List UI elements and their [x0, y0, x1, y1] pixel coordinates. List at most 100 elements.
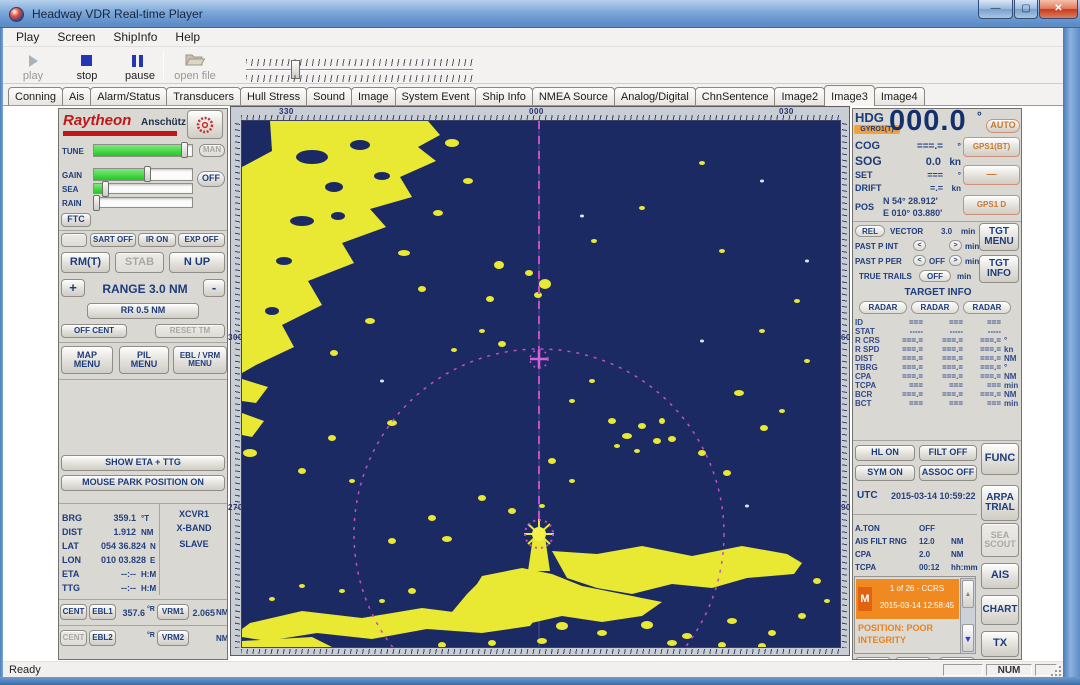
true-trails-button[interactable]: OFF [919, 270, 951, 282]
chart-button[interactable]: CHART [981, 595, 1019, 625]
menu-play[interactable]: Play [7, 28, 48, 46]
gain-slider-thumb[interactable] [144, 166, 151, 182]
tgt-menu-button[interactable]: TGTMENU [979, 223, 1019, 251]
menu-shipinfo[interactable]: ShipInfo [104, 28, 166, 46]
sea-scout-button[interactable]: SEASCOUT [981, 523, 1019, 557]
menu-help[interactable]: Help [166, 28, 209, 46]
tab-ais[interactable]: Ais [62, 87, 91, 105]
sea-slider[interactable] [93, 183, 193, 194]
vrm1-button[interactable]: VRM1 [157, 604, 189, 620]
stop-icon[interactable] [81, 55, 92, 66]
anschuetz-logo-button[interactable] [187, 110, 223, 139]
tab-image[interactable]: Image [351, 87, 396, 105]
sea-slider-thumb[interactable] [102, 181, 109, 197]
open-file-icon[interactable] [185, 52, 205, 66]
ebl2-button[interactable]: EBL2 [89, 630, 116, 646]
mouse-park-button[interactable]: MOUSE PARK POSITION ON [61, 475, 225, 491]
rain-slider[interactable] [93, 197, 193, 208]
hl-on-button[interactable]: HL ON [855, 445, 915, 461]
tab-image2[interactable]: Image2 [774, 87, 825, 105]
minimize-button[interactable]: — [978, 0, 1013, 19]
tab-image3[interactable]: Image3 [824, 85, 875, 106]
func-button[interactable]: FUNC [981, 443, 1019, 475]
playback-slider-track[interactable] [246, 69, 473, 71]
open-file-button-label[interactable]: open file [168, 70, 222, 82]
scroll-down-button[interactable]: ▼ [962, 624, 974, 652]
past-pint-decrease-button[interactable]: < [913, 240, 926, 251]
tune-slider[interactable] [93, 144, 193, 157]
stop-button-label[interactable]: stop [67, 70, 107, 82]
rm-t-button[interactable]: RM(T) [61, 252, 110, 273]
pos-source-button[interactable]: GPS1 D [963, 195, 1020, 215]
close-button[interactable]: ✕ [1039, 0, 1078, 19]
map-menu-button[interactable]: MAPMENU [61, 346, 113, 374]
radar-ppi-display[interactable] [241, 120, 841, 648]
cog-source-button[interactable]: GPS1(BT) [963, 137, 1020, 157]
arpa-trial-button[interactable]: ARPATRIAL [981, 485, 1019, 521]
radar-source-button-3[interactable]: RADAR [963, 301, 1011, 314]
ftc-button[interactable]: FTC [61, 213, 91, 227]
tab-nmea-source[interactable]: NMEA Source [532, 87, 615, 105]
tab-transducers[interactable]: Transducers [166, 87, 241, 105]
past-pper-decrease-button[interactable]: < [913, 255, 926, 266]
n-up-button[interactable]: N UP [169, 252, 225, 273]
range-plus-button[interactable]: + [61, 279, 85, 297]
ir-on-button[interactable]: IR ON [138, 233, 176, 247]
past-pint-increase-button[interactable]: > [949, 240, 962, 251]
cent1-button[interactable]: CENT [60, 604, 87, 620]
range-minus-button[interactable]: - [203, 279, 225, 297]
tab-chnsentence[interactable]: ChnSentence [695, 87, 776, 105]
title-bar[interactable]: Headway VDR Real-time Player — ▢ ✕ [0, 0, 1080, 28]
stab-button[interactable]: STAB [115, 252, 164, 273]
tab-sound[interactable]: Sound [306, 87, 352, 105]
exp-off-button[interactable]: EXP OFF [178, 233, 225, 247]
tab-conning[interactable]: Conning [8, 87, 63, 105]
play-icon[interactable] [29, 55, 38, 67]
unlabeled-button[interactable] [61, 233, 87, 247]
tab-ship-info[interactable]: Ship Info [475, 87, 532, 105]
pause-button-label[interactable]: pause [118, 70, 162, 82]
vrm2-button[interactable]: VRM2 [157, 630, 189, 646]
sym-on-button[interactable]: SYM ON [855, 465, 915, 481]
clipped-button-2[interactable] [895, 657, 931, 660]
clipped-button-3[interactable] [939, 657, 975, 660]
show-eta-ttg-button[interactable]: SHOW ETA + TTG [61, 455, 225, 471]
tab-analog-digital[interactable]: Analog/Digital [614, 87, 696, 105]
range-rings-button[interactable]: RR 0.5 NM [87, 303, 199, 319]
pil-menu-button[interactable]: PILMENU [119, 346, 169, 374]
clipped-button-1[interactable] [855, 657, 891, 660]
cent2-button[interactable]: CENT [60, 630, 87, 646]
reset-tm-button[interactable]: RESET TM [155, 324, 225, 338]
set-source-button[interactable]: — [963, 165, 1020, 185]
off-cent-button[interactable]: OFF CENT [61, 324, 127, 338]
play-button-label[interactable]: play [13, 70, 53, 82]
past-pper-increase-button[interactable]: > [949, 255, 962, 266]
gain-slider[interactable] [93, 168, 193, 181]
off-button[interactable]: OFF [197, 171, 225, 187]
ebl1-button[interactable]: EBL1 [89, 604, 116, 620]
pause-icon[interactable] [132, 55, 136, 67]
alert-scrollbar[interactable]: ▲ ▼ [960, 578, 976, 654]
radar-source-button-2[interactable]: RADAR [911, 301, 959, 314]
rain-slider-thumb[interactable] [93, 195, 100, 211]
tune-slider-thumb[interactable] [181, 142, 188, 158]
scroll-up-button[interactable]: ▲ [962, 580, 974, 608]
menu-screen[interactable]: Screen [48, 28, 104, 46]
assoc-off-button[interactable]: ASSOC OFF [919, 465, 977, 481]
rel-vector-button[interactable]: REL [855, 225, 885, 237]
resize-grip[interactable] [1051, 666, 1062, 677]
filt-off-button[interactable]: FILT OFF [919, 445, 977, 461]
tx-button[interactable]: TX [981, 631, 1019, 657]
man-button[interactable]: MAN [199, 144, 225, 157]
ebl-vrm-menu-button[interactable]: EBL / VRMMENU [173, 346, 227, 374]
sart-off-button[interactable]: SART OFF [90, 233, 136, 247]
ais-button[interactable]: AIS [981, 563, 1019, 589]
tab-hull-stress[interactable]: Hull Stress [240, 87, 307, 105]
maximize-button[interactable]: ▢ [1014, 0, 1038, 19]
tab-system-event[interactable]: System Event [395, 87, 477, 105]
radar-source-button-1[interactable]: RADAR [859, 301, 907, 314]
hdg-auto-button[interactable]: AUTO [986, 119, 1020, 133]
tgt-info-button[interactable]: TGTINFO [979, 255, 1019, 283]
alert-item-selected[interactable]: M 1 of 26 - CCRS 2015-03-14 12:58:45 [856, 579, 959, 619]
tab-alarm-status[interactable]: Alarm/Status [90, 87, 167, 105]
